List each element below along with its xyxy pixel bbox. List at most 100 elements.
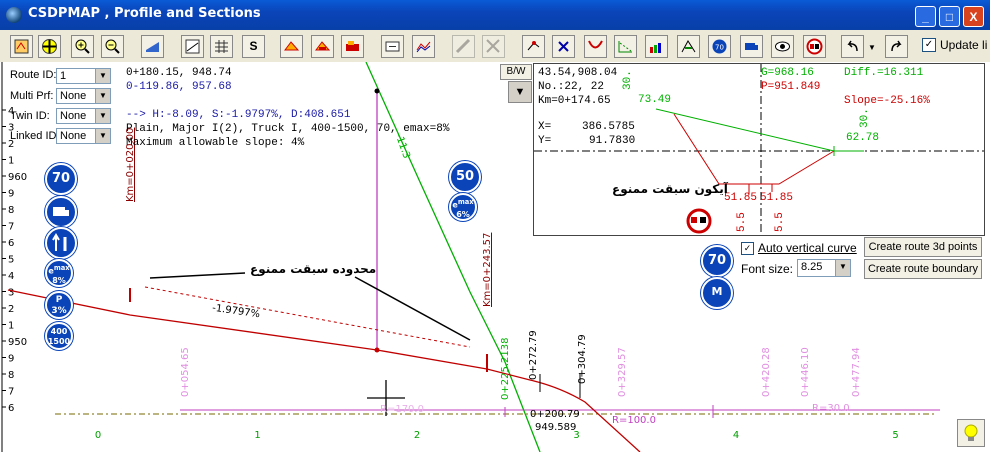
km-label: Km=0+243.57 (482, 232, 493, 307)
radius-range-sign[interactable]: 400 1500 (45, 322, 73, 350)
station-label: 0+477.94 (851, 347, 862, 397)
update-checkbox[interactable]: ✓ (922, 38, 936, 52)
svg-text:70: 70 (715, 44, 724, 52)
road-class-info: Plain, Major I(2), Truck I, 400-1500, 70… (126, 123, 450, 135)
two-way-arrow-icon (52, 233, 67, 251)
auto-curve-label: Auto vertical curve (758, 241, 857, 255)
hint-button[interactable] (957, 419, 985, 447)
y-tick-label: 8 (8, 370, 14, 381)
create-boundary-button[interactable]: Create route boundary (864, 259, 982, 279)
undo-button[interactable] (841, 35, 864, 58)
y-tick-label: 2 (8, 304, 14, 315)
cursor-coords-1: 0+180.15, 948.74 (126, 67, 232, 79)
grade-icon (185, 39, 200, 54)
redo-button[interactable] (885, 35, 908, 58)
zoom-in-button[interactable] (71, 35, 94, 58)
settings-icon (14, 39, 29, 54)
truck-icon (346, 41, 359, 51)
x-tick-label: 1 (254, 430, 260, 441)
y-tick-label: 8 (8, 205, 14, 216)
truck-sign-button[interactable] (740, 35, 763, 58)
truck-icon (53, 207, 69, 216)
section-km: Km=0+174.65 (538, 95, 611, 107)
edit-icon (527, 41, 540, 51)
edit-button[interactable] (522, 35, 545, 58)
bw-toggle-button[interactable]: B/W (500, 64, 532, 80)
update-label: Update li (940, 38, 988, 52)
speed-70-button[interactable]: 70 (708, 35, 731, 58)
ruler-button[interactable] (452, 35, 475, 58)
options-panel: ✓ Auto vertical curve Font size: 8.25 ▼ C… (735, 236, 988, 280)
multi-profile-select[interactable]: None ▼ (56, 88, 111, 104)
pan-button[interactable] (38, 35, 61, 58)
section-button[interactable]: S (242, 35, 265, 58)
right-elevation: 62.78 (846, 132, 880, 144)
maximize-button[interactable]: □ (939, 6, 960, 27)
slope-button[interactable] (614, 35, 637, 58)
section-coords: 43.54,908.04 (538, 67, 618, 79)
y-tick-label: 6 (8, 403, 14, 414)
linked-id-select[interactable]: None ▼ (56, 128, 111, 144)
truck-button[interactable] (341, 35, 364, 58)
auto-curve-checkbox[interactable]: ✓ (741, 242, 754, 255)
grade-sign[interactable]: P 3% (45, 291, 73, 319)
grid-button[interactable] (210, 35, 233, 58)
route-id-select[interactable]: 1 ▼ (56, 68, 111, 84)
station-label: 0+446.10 (800, 347, 811, 397)
y-axis-ticks: 43219609876543219509876 (2, 106, 27, 414)
speed-limit-sign[interactable]: 70 (45, 163, 77, 195)
cross-section-panel[interactable]: 43.54,908.04 No.:22, 22 Km=0+174.65 X= 3… (533, 63, 985, 236)
superelevation-sign[interactable]: emax 6% (449, 193, 477, 221)
curve-button[interactable] (584, 35, 607, 58)
chevron-down-icon: ▼ (95, 109, 110, 123)
vehicle-alt-button[interactable] (311, 35, 334, 58)
y-tick-label: 6 (8, 238, 14, 249)
zoom-out-button[interactable] (101, 35, 124, 58)
redo-icon (891, 40, 902, 52)
zoom-in-icon (75, 39, 90, 54)
section-slope: Slope=-25.16% (844, 95, 930, 107)
text-button[interactable] (381, 35, 404, 58)
multi-profile-label: Multi Prf: (10, 90, 54, 102)
chevron-down-icon: ▼ (95, 89, 110, 103)
delete-icon (558, 41, 569, 52)
zoom-out-icon (105, 39, 120, 54)
twin-id-select[interactable]: None ▼ (56, 108, 111, 124)
speed-limit-sign[interactable]: 70 (701, 245, 733, 277)
no-overtaking-zone-label: محدوده سبقت ممنوع (250, 262, 377, 276)
collapse-button[interactable]: ▼ (508, 81, 532, 103)
no-overtaking-button[interactable] (803, 35, 826, 58)
grade-button[interactable] (181, 35, 204, 58)
undo-dropdown-icon[interactable]: ▼ (868, 43, 876, 52)
speed-limit-sign[interactable]: 50 (449, 161, 481, 193)
create-3d-points-button[interactable]: Create route 3d points (864, 237, 982, 257)
layers-button[interactable] (141, 35, 164, 58)
twin-id-label: Twin ID: (10, 110, 50, 122)
left-offset: 30. (622, 70, 634, 90)
radius-label: R=30.0 (812, 403, 850, 414)
vehicle-button[interactable] (280, 35, 303, 58)
ruler-alt-button[interactable] (482, 35, 505, 58)
right-offset: 30. (859, 108, 871, 128)
slope-icon (618, 41, 632, 53)
superelevation-sign[interactable]: emax 8% (45, 259, 73, 287)
x-value: 386.5785 (582, 121, 635, 133)
curve-icon (588, 40, 603, 49)
signs-button[interactable] (677, 35, 700, 58)
delete-button[interactable] (552, 35, 575, 58)
settings-button[interactable] (10, 35, 33, 58)
close-button[interactable]: X (963, 6, 984, 27)
font-size-select[interactable]: 8.25 ▼ (797, 259, 851, 277)
y-tick-label: 9 (8, 189, 14, 200)
curve-elevation: 949.589 (535, 422, 577, 433)
m-sign[interactable]: M (701, 277, 733, 309)
view-button[interactable] (771, 35, 794, 58)
elevation-diff: Diff.=16.311 (844, 67, 924, 79)
speed-bars-button[interactable] (645, 35, 668, 58)
two-lane-sign[interactable] (45, 227, 77, 259)
profile-button[interactable] (412, 35, 435, 58)
truck-sign[interactable] (45, 196, 77, 228)
minimize-button[interactable]: _ (915, 6, 936, 27)
toolbar: S 70 ▼ (0, 32, 990, 62)
y-tick-label: 7 (8, 222, 14, 233)
